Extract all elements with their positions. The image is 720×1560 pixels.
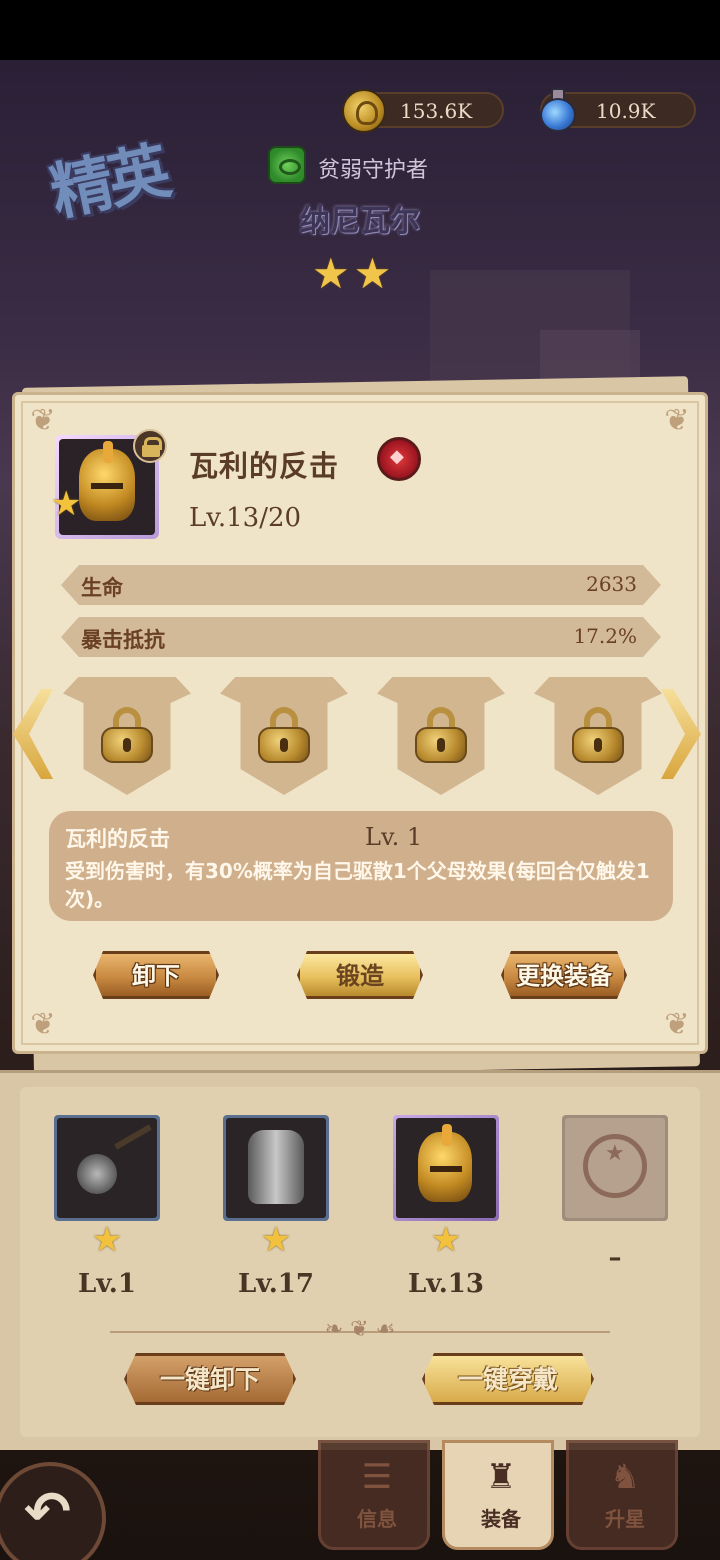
equip-level: Lv.1 <box>78 1269 136 1299</box>
equip-star-icon: ★ <box>260 1220 292 1260</box>
stat-value: 2633 <box>586 572 637 596</box>
skill-description-box: 瓦利的反击 Lv. 1 受到伤害时，有30%概率为自己驱散1个父母效果(每回合仅… <box>49 811 673 921</box>
equipment-icon: ♜ <box>485 1457 517 1497</box>
potion-counter[interactable]: 10.9K <box>540 88 696 132</box>
rune-slot-locked[interactable] <box>534 677 662 795</box>
next-item-arrow[interactable] <box>661 689 701 779</box>
tab-star-up[interactable]: ♞ 升星 <box>566 1440 678 1550</box>
replace-equipment-button[interactable]: 更换装备 <box>501 951 627 999</box>
item-name: 瓦利的反击 <box>189 449 340 483</box>
equip-level: Lv.13 <box>407 1269 484 1299</box>
equip-slot-weapon[interactable] <box>54 1115 160 1221</box>
info-icon: ☰ <box>361 1457 393 1497</box>
hero-stars: ★★ <box>312 249 396 298</box>
equip-slot-helmet[interactable] <box>393 1115 499 1221</box>
divider-ornament-icon: ❧ ❦ ☙ <box>324 1317 396 1342</box>
potion-icon <box>536 86 580 134</box>
skill-name: 瓦利的反击 <box>65 827 170 851</box>
helmet-icon <box>418 1124 472 1202</box>
faction-name: 贫弱守护者 <box>318 158 429 183</box>
chevron-left-icon <box>13 689 53 779</box>
gold-counter[interactable]: 153.6K <box>342 89 504 133</box>
prev-item-arrow[interactable] <box>13 689 53 779</box>
padlock-icon <box>572 707 624 763</box>
gold-coin-icon <box>342 89 386 133</box>
corner-ornament-icon: ❦ <box>664 1007 690 1042</box>
tab-equipment[interactable]: ♜ 装备 <box>442 1440 554 1550</box>
padlock-icon <box>258 707 310 763</box>
mace-icon <box>77 1154 117 1194</box>
item-level: Lv.13/20 <box>189 503 302 533</box>
corner-ornament-icon: ❦ <box>664 403 690 438</box>
status-bar <box>0 0 720 60</box>
rune-slot-locked[interactable] <box>63 677 191 795</box>
tab-label: 装备 <box>481 1507 521 1531</box>
stat-row-hp: 生命 2633 <box>61 565 661 605</box>
stat-value: 17.2% <box>573 624 637 648</box>
gold-amount: 153.6K <box>400 99 473 123</box>
unequip-button[interactable]: 卸下 <box>93 951 219 999</box>
class-badge-icon <box>377 437 421 481</box>
padlock-icon <box>101 707 153 763</box>
equip-slot-armor[interactable] <box>223 1115 329 1221</box>
skill-level: Lv. 1 <box>365 823 423 851</box>
unequip-all-button[interactable]: 一键卸下 <box>124 1353 296 1405</box>
tab-label: 升星 <box>605 1507 645 1531</box>
rune-slot-locked[interactable] <box>377 677 505 795</box>
item-detail-card: ❦ ❦ ❦ ❦ ★ 瓦利的反击 Lv.13/20 生命 2633 暴击抵抗 17… <box>12 392 708 1054</box>
item-star-icon: ★ <box>51 484 82 524</box>
tab-label: 信息 <box>357 1507 397 1531</box>
stat-label: 生命 <box>81 576 123 600</box>
equipment-panel: ★ Lv.1 ★ Lv.17 ★ Lv.13 – ❧ ❦ ☙ 一键卸下 一键穿戴 <box>0 1070 720 1450</box>
helmet-icon <box>79 441 135 521</box>
hero-name: 纳尼瓦尔 <box>300 204 420 239</box>
equip-all-button[interactable]: 一键穿戴 <box>422 1353 594 1405</box>
equip-star-icon: ★ <box>430 1220 462 1260</box>
tab-info[interactable]: ☰ 信息 <box>318 1440 430 1550</box>
equip-star-icon: ★ <box>91 1220 123 1260</box>
equip-slot-accessory-empty[interactable] <box>562 1115 668 1221</box>
empty-slot-icon <box>583 1134 647 1198</box>
rune-slot-locked[interactable] <box>220 677 348 795</box>
corner-ornament-icon: ❦ <box>30 1007 56 1042</box>
skill-description: 受到伤害时，有30%概率为自己驱散1个父母效果(每回合仅触发1次)。 <box>65 859 650 911</box>
stat-label: 暴击抵抗 <box>81 628 165 652</box>
stat-row-crit-resist: 暴击抵抗 17.2% <box>61 617 661 657</box>
equip-level: Lv.17 <box>237 1269 314 1299</box>
faction-row: 贫弱守护者 <box>268 146 488 186</box>
chevron-right-icon <box>661 689 701 779</box>
forge-button[interactable]: 锻造 <box>297 951 423 999</box>
equip-level: – <box>608 1243 622 1273</box>
potion-amount: 10.9K <box>596 99 656 123</box>
padlock-icon <box>415 707 467 763</box>
star-up-icon: ♞ <box>609 1457 641 1497</box>
lock-toggle-icon[interactable] <box>133 429 167 463</box>
faction-icon <box>268 146 306 184</box>
armor-icon <box>248 1130 304 1204</box>
